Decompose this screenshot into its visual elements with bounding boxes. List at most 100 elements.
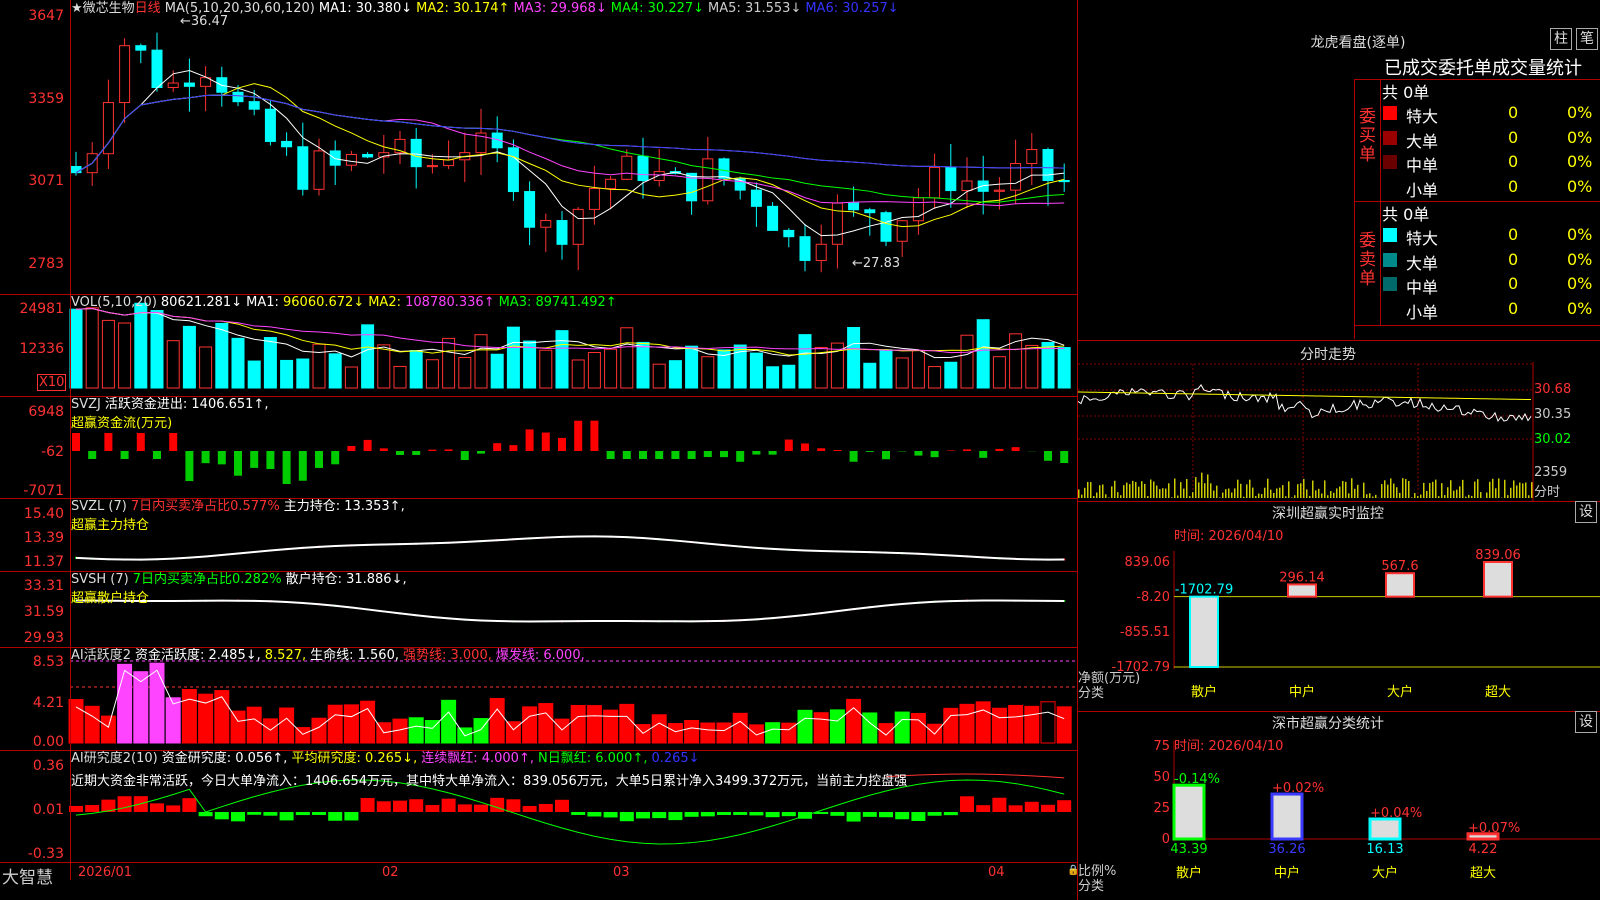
buy-row-swatch bbox=[1383, 130, 1397, 145]
ma2-value: 30.174↑ bbox=[453, 1, 510, 16]
flow-bar bbox=[963, 449, 971, 451]
candle-body bbox=[183, 82, 195, 87]
classify-ytick: 25 bbox=[1153, 801, 1170, 816]
intraday-vol bbox=[1138, 486, 1140, 498]
sell-row-pct: 0% bbox=[1567, 274, 1593, 293]
intraday-vol bbox=[1504, 479, 1506, 498]
research-bar bbox=[150, 803, 164, 812]
lock-icon[interactable]: 🔒 bbox=[1067, 865, 1077, 876]
ai-research-panel[interactable]: 0.36 0.01 -0.33 AI研究度2(10) 资金研究度: 0.056↑,… bbox=[0, 750, 1077, 862]
intraday-vol bbox=[1294, 495, 1296, 498]
buy-row-swatch bbox=[1383, 179, 1397, 194]
vol-ma1: 96060.672↓ bbox=[283, 295, 365, 310]
activity-bar bbox=[862, 712, 878, 744]
classify-ytick: 0 bbox=[1162, 832, 1170, 847]
tick-mode-button[interactable]: 笔 bbox=[1576, 28, 1598, 50]
activity-bar bbox=[100, 715, 116, 744]
intraday-vol bbox=[1477, 479, 1479, 498]
buy-row-pct: 0% bbox=[1567, 103, 1593, 122]
flow-bar bbox=[606, 451, 615, 459]
volume-bar bbox=[879, 349, 893, 389]
activity-bar bbox=[943, 707, 959, 744]
intraday-vol bbox=[1252, 487, 1254, 498]
svzj-panel[interactable]: 6948 -62 -7071 SVZJ 活跃资金进出: 1406.651↑, 超赢… bbox=[0, 396, 1077, 498]
intraday-vol bbox=[1330, 491, 1332, 498]
intraday-vol bbox=[1273, 493, 1275, 498]
intraday-vol bbox=[1225, 489, 1227, 498]
activity-bar bbox=[991, 707, 1007, 744]
ma4-value: 30.227↓ bbox=[647, 1, 705, 16]
svsh-holding: 散户持仓: 31.886↓, bbox=[285, 572, 407, 587]
intraday-vol bbox=[1450, 480, 1452, 498]
sell-row-name: 大单 bbox=[1406, 253, 1439, 273]
intraday-panel[interactable]: 分时走势 30.68 30.35 30.02 2359 分时 bbox=[1078, 340, 1600, 501]
intraday-vol bbox=[1441, 483, 1443, 498]
price-chart-panel[interactable]: 3647 3359 3071 2783 ★微芯生物日线 MA(5,10,20,30… bbox=[0, 0, 1077, 294]
intraday-vol bbox=[1498, 478, 1500, 498]
volume-bar bbox=[199, 346, 213, 389]
intraday-vol bbox=[1426, 490, 1428, 498]
xaxis-label: 02 bbox=[382, 865, 399, 880]
svsh-panel[interactable]: 33.31 31.59 29.93 SVSH (7) 7日内买卖净占比0.282%… bbox=[0, 571, 1077, 647]
candle-body bbox=[993, 189, 1005, 192]
buy-row-val: 0 bbox=[1508, 152, 1519, 171]
flow-bar bbox=[801, 443, 809, 451]
sell-row-name: 小单 bbox=[1406, 302, 1439, 322]
flow-bar bbox=[525, 429, 534, 451]
research-bar bbox=[976, 805, 991, 812]
volume-bar bbox=[134, 302, 148, 389]
classify-change: +0.02% bbox=[1272, 781, 1324, 796]
intraday-vol bbox=[1105, 494, 1107, 498]
research-bar bbox=[1024, 801, 1039, 812]
activity-bar bbox=[586, 705, 602, 744]
intraday-vol bbox=[1522, 483, 1524, 498]
intraday-vol bbox=[1279, 487, 1281, 498]
intraday-vol bbox=[1315, 490, 1317, 498]
intraday-vol bbox=[1117, 492, 1119, 498]
candle-body bbox=[297, 146, 309, 190]
activity-bar bbox=[311, 717, 327, 744]
intraday-vol bbox=[1399, 492, 1401, 498]
candle-body bbox=[102, 102, 114, 155]
activity-bar bbox=[181, 689, 197, 744]
monitor-bar bbox=[1385, 572, 1415, 598]
bar-mode-button[interactable]: 柱 bbox=[1550, 28, 1572, 50]
intraday-vol bbox=[1447, 487, 1449, 498]
intraday-vol bbox=[1192, 492, 1194, 498]
ai-activity-panel[interactable]: 8.53 4.21 0.00 AI活跃度2 资金活跃度: 2.485↓, 8.527… bbox=[0, 647, 1077, 750]
candle-body bbox=[556, 220, 568, 245]
intraday-vol bbox=[1174, 478, 1176, 498]
monitor-ytick: -855.51 bbox=[1120, 625, 1170, 640]
research-bar bbox=[749, 812, 764, 816]
vol-label: VOL(5,10,20) bbox=[71, 295, 157, 310]
intraday-vol bbox=[1390, 478, 1392, 498]
flow-bar bbox=[136, 433, 145, 451]
star-icon[interactable]: ★ bbox=[71, 1, 83, 16]
buy-row-name: 特大 bbox=[1406, 107, 1439, 126]
activity-bar bbox=[117, 663, 133, 744]
realtime-monitor-panel: 深圳超赢实时监控 设 时间: 2026/04/10 839.06 -8.20 -85… bbox=[1078, 501, 1600, 711]
intraday-vol bbox=[1210, 483, 1212, 498]
volume-bar bbox=[636, 341, 650, 389]
period-label[interactable]: 日线 bbox=[135, 1, 161, 16]
classify-change: -0.14% bbox=[1174, 772, 1220, 787]
intraday-vol bbox=[1411, 497, 1413, 498]
volume-bar bbox=[215, 322, 229, 389]
svzl-title-row: SVZL (7) 7日内买卖净占比0.577% 主力持仓: 13.353↑, bbox=[71, 499, 409, 515]
activity-bar bbox=[716, 722, 732, 744]
rank-header: 已成交委托单成交量统计 bbox=[1384, 58, 1582, 79]
volume-panel[interactable]: 24981 12336 X10 VOL(5,10,20) 80621.281↓ MA… bbox=[0, 294, 1077, 396]
research-bar bbox=[927, 812, 942, 816]
svzl-panel[interactable]: 15.40 13.39 11.37 SVZL (7) 7日内买卖净占比0.577%… bbox=[0, 498, 1077, 571]
high-price-label: ←36.47 bbox=[180, 14, 229, 29]
monitor-bar bbox=[1287, 583, 1317, 598]
buy-row-name: 大单 bbox=[1406, 131, 1439, 151]
flow-bar bbox=[347, 445, 356, 451]
flow-bar bbox=[882, 451, 890, 460]
svsh-subtitle: 超赢散户持仓 bbox=[71, 591, 150, 606]
volume-bar bbox=[231, 337, 245, 389]
intraday-vol bbox=[1111, 486, 1113, 498]
research-bar bbox=[247, 812, 262, 815]
volume-bar bbox=[652, 363, 666, 389]
research-bar bbox=[490, 797, 505, 812]
